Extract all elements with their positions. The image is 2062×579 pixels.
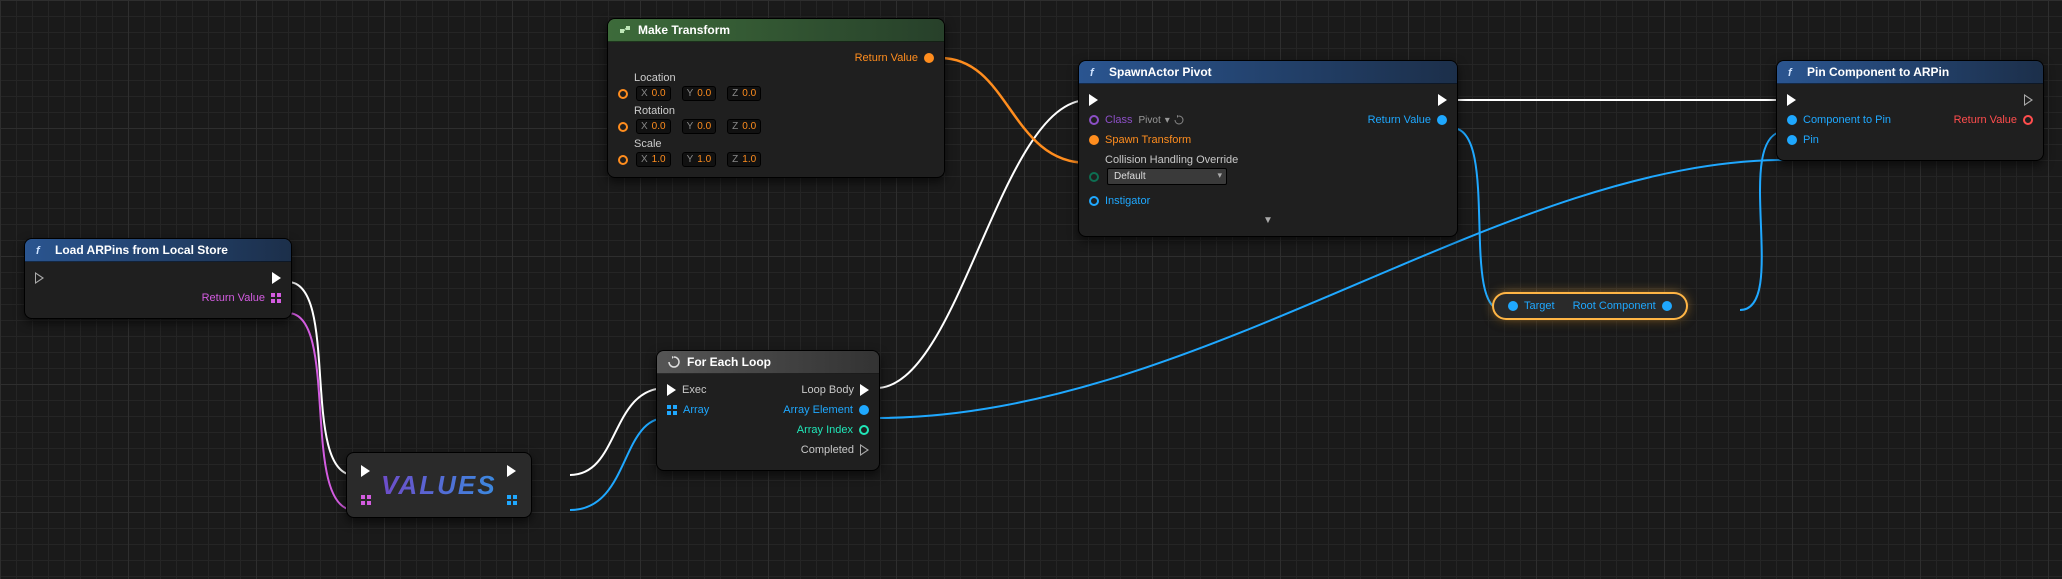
array-in-pin[interactable]: Array xyxy=(667,404,709,416)
scl-x[interactable]: X1.0 xyxy=(636,152,671,167)
node-title: For Each Loop xyxy=(687,355,771,369)
node-title: Make Transform xyxy=(638,23,730,37)
node-header: f Load ARPins from Local Store xyxy=(25,239,291,262)
scale-label: Scale xyxy=(634,138,934,150)
struct-icon xyxy=(618,23,632,37)
return-value-pin[interactable]: Return Value xyxy=(1368,114,1447,126)
exec-out-pin[interactable] xyxy=(507,465,516,477)
loop-body-pin[interactable]: Loop Body xyxy=(801,384,869,396)
node-load-arpins[interactable]: f Load ARPins from Local Store Return Va… xyxy=(24,238,292,319)
svg-text:f: f xyxy=(36,245,41,256)
svg-text:f: f xyxy=(1090,67,1095,78)
node-spawn-actor[interactable]: f SpawnActor Pivot Class Pivot▾ Return V… xyxy=(1078,60,1458,237)
map-in-pin[interactable] xyxy=(361,495,371,505)
node-title: Load ARPins from Local Store xyxy=(55,243,228,257)
collision-dropdown[interactable]: Default xyxy=(1107,168,1227,185)
array-out-pin[interactable] xyxy=(507,495,517,505)
array-element-pin[interactable]: Array Element xyxy=(783,404,869,416)
collision-pin[interactable]: Default xyxy=(1089,168,1447,185)
class-picker[interactable]: Pivot▾ xyxy=(1139,115,1184,126)
exec-in-pin[interactable] xyxy=(1787,94,1796,106)
loc-x[interactable]: X0.0 xyxy=(636,86,671,101)
rotation-label: Rotation xyxy=(634,105,934,117)
location-label: Location xyxy=(634,72,934,84)
canvas-grid[interactable] xyxy=(0,0,2062,579)
exec-in-pin[interactable] xyxy=(35,272,44,284)
node-for-each-loop[interactable]: For Each Loop Exec Loop Body Array Array… xyxy=(656,350,880,471)
rotation-pin[interactable]: X0.0 Y0.0 Z0.0 xyxy=(618,119,934,134)
values-label: VALUES xyxy=(381,470,497,501)
spawn-transform-pin[interactable]: Spawn Transform xyxy=(1089,134,1191,146)
node-make-transform[interactable]: Make Transform Return Value Location X0.… xyxy=(607,18,945,178)
component-to-pin-pin[interactable]: Component to Pin xyxy=(1787,114,1891,126)
completed-pin[interactable]: Completed xyxy=(801,444,869,456)
scl-y[interactable]: Y1.0 xyxy=(682,152,717,167)
rot-y[interactable]: Y0.0 xyxy=(682,119,717,134)
exec-out-pin[interactable] xyxy=(1438,94,1447,106)
node-title: SpawnActor Pivot xyxy=(1109,65,1212,79)
function-icon: f xyxy=(1089,65,1103,79)
node-header: For Each Loop xyxy=(657,351,879,374)
return-value-pin[interactable]: Return Value xyxy=(202,292,281,304)
instigator-pin[interactable]: Instigator xyxy=(1089,195,1150,207)
return-value-pin[interactable]: Return Value xyxy=(855,52,934,64)
class-pin[interactable]: Class Pivot▾ xyxy=(1089,114,1184,126)
scale-pin[interactable]: X1.0 Y1.0 Z1.0 xyxy=(618,152,934,167)
pin-pin[interactable]: Pin xyxy=(1787,134,1819,146)
target-pin[interactable]: Target xyxy=(1508,300,1555,312)
rot-x[interactable]: X0.0 xyxy=(636,119,671,134)
exec-out-pin[interactable] xyxy=(2024,94,2033,106)
exec-in-pin[interactable] xyxy=(1089,94,1098,106)
exec-in-pin[interactable]: Exec xyxy=(667,384,706,396)
node-header: Make Transform xyxy=(608,19,944,42)
array-index-pin[interactable]: Array Index xyxy=(797,424,869,436)
node-header: f Pin Component to ARPin xyxy=(1777,61,2043,84)
node-pin-component-to-arpin[interactable]: f Pin Component to ARPin Component to Pi… xyxy=(1776,60,2044,161)
node-values[interactable]: VALUES xyxy=(346,452,532,518)
rot-z[interactable]: Z0.0 xyxy=(727,119,761,134)
expand-arrow-icon[interactable]: ▼ xyxy=(1089,211,1447,226)
loop-icon xyxy=(667,355,681,369)
loc-z[interactable]: Z0.0 xyxy=(727,86,761,101)
collision-label: Collision Handling Override xyxy=(1105,154,1447,166)
loc-y[interactable]: Y0.0 xyxy=(682,86,717,101)
exec-in-pin[interactable] xyxy=(361,465,370,477)
location-pin[interactable]: X0.0 Y0.0 Z0.0 xyxy=(618,86,934,101)
node-title: Pin Component to ARPin xyxy=(1807,65,1949,79)
function-icon: f xyxy=(35,243,49,257)
node-root-component-getter[interactable]: Target Root Component xyxy=(1494,294,1686,318)
return-value-pin[interactable]: Return Value xyxy=(1954,114,2033,126)
exec-out-pin[interactable] xyxy=(272,272,281,284)
root-component-pin[interactable]: Root Component xyxy=(1573,300,1672,312)
node-header: f SpawnActor Pivot xyxy=(1079,61,1457,84)
function-icon: f xyxy=(1787,65,1801,79)
reset-icon[interactable] xyxy=(1174,115,1184,125)
svg-text:f: f xyxy=(1788,67,1793,78)
scl-z[interactable]: Z1.0 xyxy=(727,152,761,167)
